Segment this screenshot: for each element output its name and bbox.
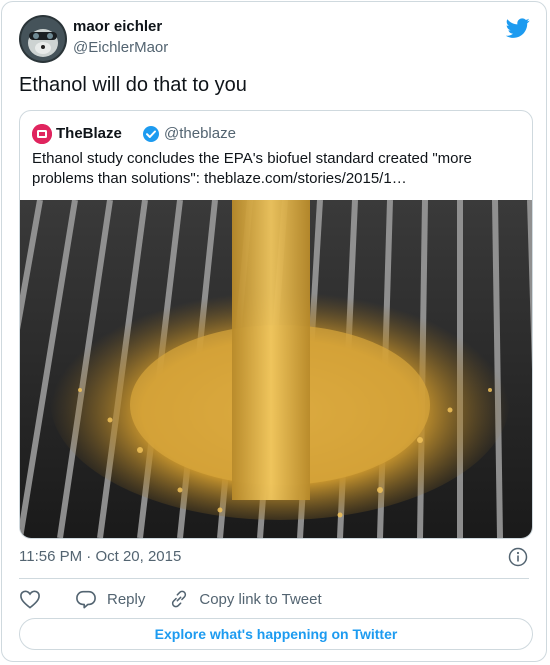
explore-twitter-button[interactable]: Explore what's happening on Twitter (19, 618, 533, 650)
reply-label: Reply (107, 590, 146, 608)
like-button[interactable] (19, 589, 51, 609)
tweet-actions: Reply Copy link to Tweet (19, 587, 346, 611)
author-display-name[interactable]: maor eichler (73, 18, 162, 35)
quoted-text: Ethanol study concludes the EPA's biofue… (32, 150, 472, 187)
tweet-time: 11:56 PM (19, 548, 83, 565)
divider (19, 578, 529, 579)
meta-separator: · (86, 548, 92, 565)
quoted-tweet[interactable]: TheBlaze @theblaze Ethanol study conclud… (19, 110, 533, 539)
corn-grain-photo[interactable] (20, 199, 532, 538)
blaze-logo-icon (32, 124, 52, 144)
copy-link-button[interactable]: Copy link to Tweet (169, 589, 322, 609)
reply-button[interactable]: Reply (75, 589, 145, 609)
tweet-text: Ethanol will do that to you (19, 74, 247, 96)
link-icon (172, 590, 187, 608)
info-icon[interactable] (508, 547, 528, 567)
author-handle[interactable]: @EichlerMaor (73, 39, 168, 56)
copy-link-label: Copy link to Tweet (199, 590, 322, 608)
quoted-display-name: TheBlaze (56, 125, 122, 142)
twitter-bird-icon[interactable] (505, 16, 530, 40)
reply-icon (76, 590, 96, 609)
tweet-date: Oct 20, 2015 (95, 548, 182, 565)
verified-badge-icon (142, 125, 160, 143)
tweet-timestamp[interactable]: 11:56 PM · Oct 20, 2015 (19, 548, 181, 565)
quoted-handle: @theblaze (164, 125, 236, 142)
embedded-tweet-card: maor eichler @EichlerMaor Ethanol will d… (1, 1, 547, 662)
heart-icon (20, 590, 40, 609)
author-avatar[interactable] (19, 15, 67, 63)
